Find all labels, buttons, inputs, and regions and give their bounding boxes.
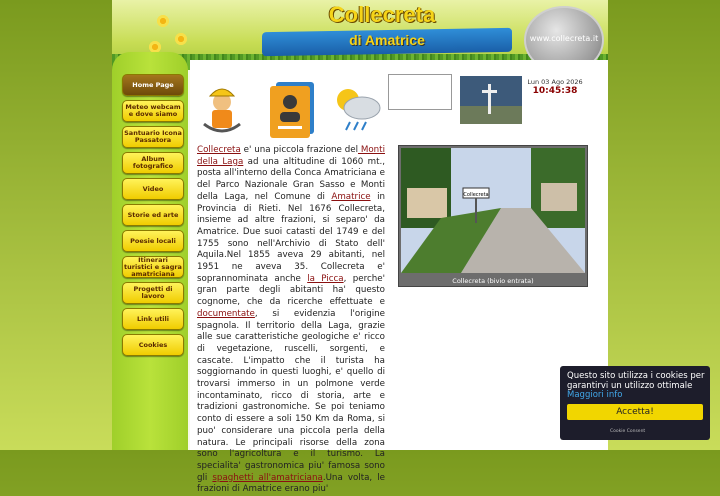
clock-date: Lun 03 Ago 2026 [527,78,583,86]
cookie-more-info-link[interactable]: Maggiori info [567,390,622,400]
weather-icon [337,89,381,131]
nav-storie[interactable]: Storie ed arte [122,204,184,226]
cross-thumbnail[interactable] [460,76,522,124]
cookie-message-block: Questo sito utilizza i cookies per garan… [567,371,707,401]
cookie-banner: Questo sito utilizza i cookies per garan… [560,366,710,440]
webcam-thumbnail[interactable] [388,74,452,110]
address-book-icon[interactable] [262,76,320,140]
photo-sign-text: Collecreta [463,192,488,198]
link-picca[interactable]: la Picca [307,274,343,284]
flower-icon [156,14,170,28]
cookie-message: Questo sito utilizza i cookies per garan… [567,371,705,391]
worker-icon[interactable] [198,80,246,136]
link-amatrice[interactable]: Amatrice [331,192,370,202]
article-text: Collecreta e' una piccola frazione del M… [197,145,385,496]
photo-caption: Collecreta (bivio entrata) [452,277,534,285]
link-collecreta[interactable]: Collecreta [197,145,241,155]
sidebar: Home Page Meteo webcam e dove siamo Sant… [112,52,188,450]
clock-time: 10:45:38 [532,86,578,96]
clock: Lun 03 Ago 2026 10:45:38 [520,78,590,96]
nav-home[interactable]: Home Page [122,74,184,96]
nav-album[interactable]: Album fotografico [122,152,184,174]
text-span: in Provincia di Rieti. Nel 1676 Collecre… [197,191,385,284]
nav-poesie[interactable]: Poesie locali [122,230,184,252]
nav-cookies[interactable]: Cookies [122,334,184,356]
page-frame: Collecreta di Amatrice www.collecreta.it… [112,0,608,494]
flower-icon [174,32,188,46]
nav-santuario[interactable]: Santuario Icona Passatora [122,126,184,148]
nav-video[interactable]: Video [122,178,184,200]
badge-label: www.collecreta.it [529,34,599,43]
nav-link[interactable]: Link utili [122,308,184,330]
text-span: , si evidenzia l'origine spagnola. Il te… [197,308,385,483]
village-photo[interactable]: Collecreta [401,148,585,273]
link-spaghetti[interactable]: spaghetti all'amatriciana [212,473,322,483]
cookie-accept-button[interactable]: Accetta! [567,404,703,420]
photo-frame: Collecreta Collecreta (bivio entrata) [398,145,588,287]
site-title[interactable]: Collecreta [312,2,452,28]
nav-itinerari[interactable]: Itinerari turistici e sagra amatriciana [122,256,184,278]
text-span: e' una piccola frazione del [240,145,359,155]
main-content: Lun 03 Ago 2026 10:45:38 Collecreta e' u… [190,60,608,494]
nav-meteo[interactable]: Meteo webcam e dove siamo [122,100,184,122]
nav-progetti[interactable]: Progetti di lavoro [122,282,184,304]
cookie-consent-credit: Cookie Consent [610,429,646,434]
link-documentate[interactable]: documentate [197,309,255,319]
site-subtitle: di Amatrice [349,32,425,48]
